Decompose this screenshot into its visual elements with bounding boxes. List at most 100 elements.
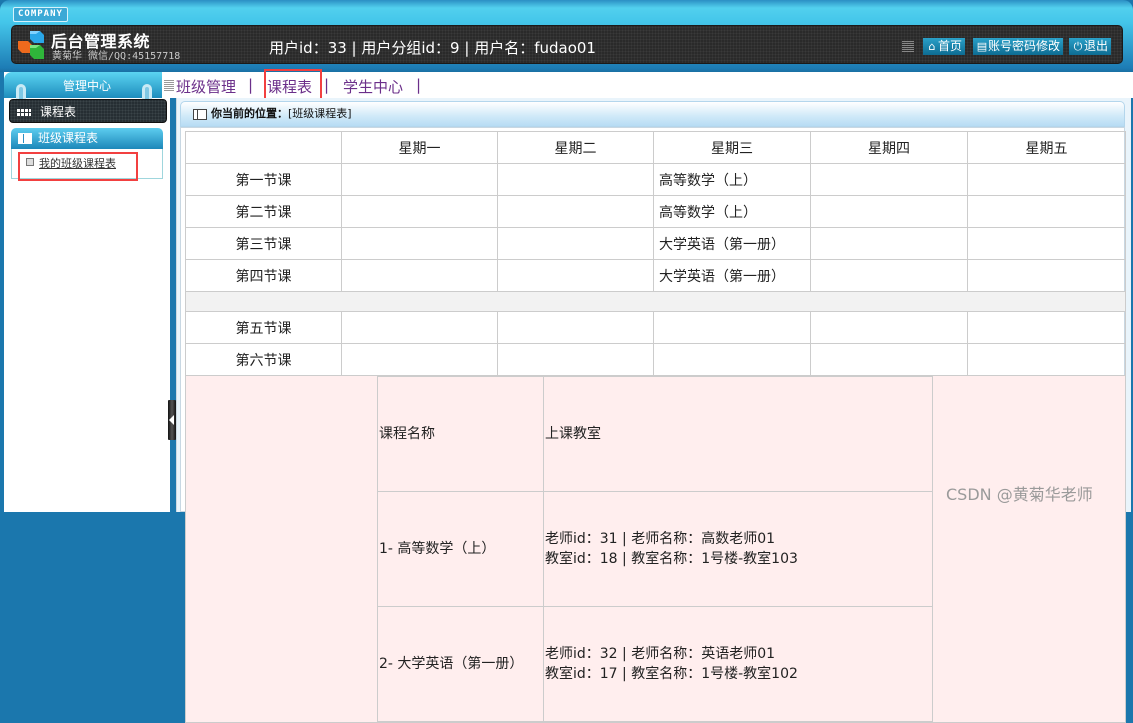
nav-separator: | bbox=[248, 76, 254, 94]
corner-cell bbox=[185, 131, 342, 164]
day-header: 星期四 bbox=[810, 131, 968, 164]
breadcrumb: 你当前的位置：[班级课程表] bbox=[180, 101, 1125, 127]
schedule-cell bbox=[341, 163, 498, 196]
period-label: 第四节课 bbox=[185, 259, 342, 292]
menu-icon[interactable] bbox=[902, 41, 914, 52]
table-row: 第四节课 大学英语（第一册） bbox=[185, 259, 1126, 292]
day-header: 星期一 bbox=[341, 131, 498, 164]
nav-lines-icon bbox=[164, 80, 174, 91]
schedule-cell: 高等数学（上） bbox=[653, 195, 811, 228]
grid-icon bbox=[17, 109, 31, 117]
schedule-cell bbox=[967, 343, 1126, 376]
change-password-button[interactable]: ▤账号密码修改 bbox=[973, 38, 1064, 55]
schedule-cell: 高等数学（上） bbox=[653, 163, 811, 196]
nav-separator: | bbox=[324, 76, 330, 94]
highlight-box-sidebar bbox=[18, 152, 138, 181]
app-subtitle: 黄菊华 微信/QQ:45157718 bbox=[52, 51, 181, 62]
schedule-cell bbox=[653, 343, 811, 376]
break-cell bbox=[185, 291, 1126, 312]
table-row: 1- 高等数学（上） 老师id：31 | 老师名称：高数老师01 教室id：18… bbox=[377, 491, 933, 607]
tab-student-center[interactable]: 学生中心 bbox=[343, 76, 403, 97]
break-row bbox=[185, 291, 1126, 312]
period-label: 第六节课 bbox=[185, 343, 342, 376]
power-icon: ⏻ bbox=[1073, 40, 1083, 53]
table-row: 第一节课 高等数学（上） bbox=[185, 163, 1126, 196]
period-label: 第一节课 bbox=[185, 163, 342, 196]
course-info-header-row: 课程名称 上课教室 bbox=[377, 376, 933, 492]
watermark: CSDN @黄菊华老师 bbox=[946, 485, 1093, 504]
table-row: 第三节课 大学英语（第一册） bbox=[185, 227, 1126, 260]
course-name: 1- 高等数学（上） bbox=[377, 491, 544, 607]
tab-class-management[interactable]: 班级管理 bbox=[176, 76, 236, 97]
schedule-table: 星期一 星期二 星期三 星期四 星期五 第一节课 高等数学（上） 第二节课 高等… bbox=[185, 131, 1126, 723]
sidebar-section-schedule[interactable]: 课程表 bbox=[9, 99, 167, 123]
app-header: COMPANY 后台管理系统 黄菊华 微信/QQ:45157718 用户id：3… bbox=[0, 0, 1133, 72]
column-header: 课程名称 bbox=[377, 376, 544, 492]
nav-separator: | bbox=[416, 76, 422, 94]
panel-icon bbox=[193, 109, 207, 120]
schedule-cell bbox=[967, 195, 1126, 228]
table-row: 第二节课 高等数学（上） bbox=[185, 195, 1126, 228]
collapse-sidebar-handle[interactable] bbox=[168, 400, 176, 440]
period-label: 第五节课 bbox=[185, 311, 342, 344]
schedule-cell bbox=[341, 259, 498, 292]
schedule-cell: 大学英语（第一册） bbox=[653, 259, 811, 292]
column-header: 上课教室 bbox=[543, 376, 933, 492]
schedule-cell bbox=[810, 311, 968, 344]
table-row: 第六节课 bbox=[185, 343, 1126, 376]
schedule-cell bbox=[341, 343, 498, 376]
classroom-info: 教室id：18 | 教室名称：1号楼-教室103 bbox=[545, 551, 798, 567]
day-header: 星期五 bbox=[967, 131, 1126, 164]
period-label: 第三节课 bbox=[185, 227, 342, 260]
schedule-cell bbox=[341, 311, 498, 344]
schedule-cell bbox=[967, 311, 1126, 344]
course-details: 老师id：32 | 老师名称：英语老师01 教室id：17 | 教室名称：1号楼… bbox=[543, 606, 933, 722]
logout-button[interactable]: ⏻ 退出 bbox=[1069, 38, 1112, 55]
breadcrumb-label: 你当前的位置： bbox=[211, 107, 288, 120]
schedule-cell bbox=[810, 259, 968, 292]
user-info: 用户id：33 | 用户分组id：9 | 用户名：fudao01 bbox=[269, 39, 596, 57]
course-info-table: 课程名称 上课教室 1- 高等数学（上） 老师id：31 | 老师名称：高数老师… bbox=[377, 376, 933, 722]
content-area: 星期一 星期二 星期三 星期四 星期五 第一节课 高等数学（上） 第二节课 高等… bbox=[180, 127, 1126, 723]
teacher-info: 老师id：31 | 老师名称：高数老师01 bbox=[545, 531, 776, 547]
schedule-cell bbox=[810, 163, 968, 196]
schedule-cell bbox=[497, 311, 654, 344]
course-legend-row: 课程名称 上课教室 1- 高等数学（上） 老师id：31 | 老师名称：高数老师… bbox=[185, 375, 1126, 723]
classroom-info: 教室id：17 | 教室名称：1号楼-教室102 bbox=[545, 666, 798, 682]
home-button[interactable]: ⌂ 首页 bbox=[923, 38, 966, 55]
course-details: 老师id：31 | 老师名称：高数老师01 教室id：18 | 教室名称：1号楼… bbox=[543, 491, 933, 607]
day-header: 星期三 bbox=[653, 131, 811, 164]
course-name: 2- 大学英语（第一册） bbox=[377, 606, 544, 722]
schedule-cell bbox=[967, 163, 1126, 196]
schedule-cell: 大学英语（第一册） bbox=[653, 227, 811, 260]
schedule-cell bbox=[967, 259, 1126, 292]
schedule-cell bbox=[810, 343, 968, 376]
breadcrumb-value: [班级课程表] bbox=[288, 107, 352, 120]
home-icon: ⌂ bbox=[928, 40, 936, 53]
panel-icon bbox=[18, 133, 32, 144]
company-badge: COMPANY bbox=[13, 7, 68, 22]
schedule-cell bbox=[967, 227, 1126, 260]
schedule-cell bbox=[497, 259, 654, 292]
top-bar: 后台管理系统 黄菊华 微信/QQ:45157718 用户id：33 | 用户分组… bbox=[11, 25, 1123, 64]
teacher-info: 老师id：32 | 老师名称：英语老师01 bbox=[545, 646, 776, 662]
schedule-header-row: 星期一 星期二 星期三 星期四 星期五 bbox=[185, 131, 1126, 164]
schedule-cell bbox=[653, 311, 811, 344]
schedule-cell bbox=[497, 163, 654, 196]
table-row: 2- 大学英语（第一册） 老师id：32 | 老师名称：英语老师01 教室id：… bbox=[377, 606, 933, 722]
sidebar: 管理中心 课程表 班级课程表 我的班级课程表 bbox=[4, 72, 170, 512]
schedule-cell bbox=[810, 195, 968, 228]
schedule-cell bbox=[341, 195, 498, 228]
list-icon: ▤ bbox=[976, 40, 988, 53]
course-legend-cell: 课程名称 上课教室 1- 高等数学（上） 老师id：31 | 老师名称：高数老师… bbox=[185, 375, 1126, 723]
schedule-cell bbox=[497, 343, 654, 376]
schedule-cell bbox=[810, 227, 968, 260]
logo-cubes-icon bbox=[18, 31, 44, 59]
table-row: 第五节课 bbox=[185, 311, 1126, 344]
main-panel: 你当前的位置：[班级课程表] 星期一 星期二 星期三 星期四 星期五 第一节课 … bbox=[176, 98, 1131, 723]
schedule-cell bbox=[497, 195, 654, 228]
sidebar-subsection-class-schedule[interactable]: 班级课程表 bbox=[11, 128, 163, 149]
period-label: 第二节课 bbox=[185, 195, 342, 228]
schedule-cell bbox=[497, 227, 654, 260]
schedule-cell bbox=[341, 227, 498, 260]
